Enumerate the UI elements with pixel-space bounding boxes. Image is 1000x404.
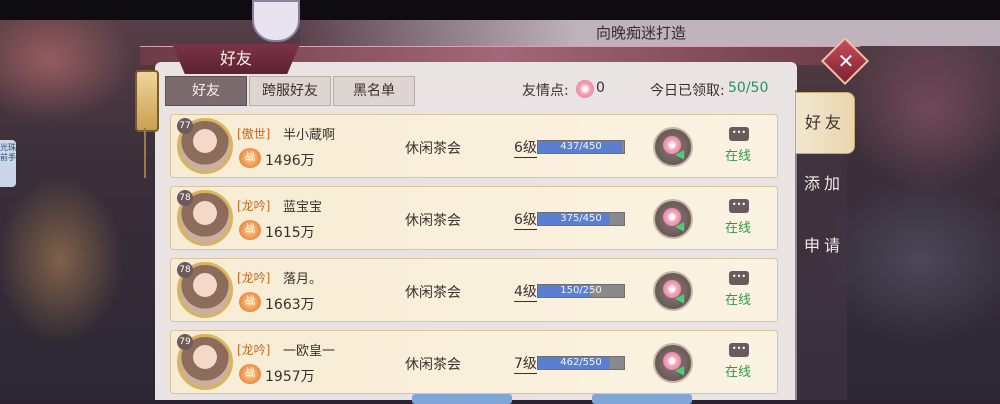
intimacy-level: 7级 xyxy=(514,353,537,374)
panel-title: 好友 xyxy=(172,44,300,74)
power-icon: 战 xyxy=(239,364,261,384)
combat-power: 1496万 xyxy=(265,153,315,169)
player-level: 77 xyxy=(177,118,193,134)
player-name: 半小蔵啊 xyxy=(283,128,336,143)
player-level: 79 xyxy=(177,334,193,350)
online-status: 在线 xyxy=(725,365,752,380)
intimacy-bar: 462/550 xyxy=(537,356,625,370)
location-text: 休闲茶会 xyxy=(405,285,461,301)
intimacy-value: 437/450 xyxy=(560,141,602,152)
chat-icon[interactable]: ••• xyxy=(729,343,749,357)
side-tab-requests[interactable]: 申请 xyxy=(795,216,853,276)
location-text: 休闲茶会 xyxy=(405,141,461,157)
intimacy-level: 6级 xyxy=(514,209,537,230)
claimed-value: 50/50 xyxy=(728,80,769,96)
friend-row[interactable]: 77 [傲世] 半小蔵啊战 1496万 休闲茶会 6级 437/450 ◀ ••• 在线 xyxy=(170,114,778,178)
close-icon[interactable]: ✕ xyxy=(836,46,856,76)
flower-icon xyxy=(576,80,594,98)
intimacy-bar: 150/250 xyxy=(537,284,625,298)
send-gift-button[interactable]: ◀ xyxy=(653,127,693,167)
chat-icon[interactable]: ••• xyxy=(729,199,749,213)
chat-icon[interactable]: ••• xyxy=(729,127,749,141)
arrow-left-icon: ◀ xyxy=(675,147,685,161)
guild-tag: [龙吟] xyxy=(237,343,271,357)
intimacy-level: 6级 xyxy=(514,137,537,158)
guild-tag: [傲世] xyxy=(237,127,271,141)
side-tab-add[interactable]: 添加 xyxy=(795,154,853,214)
combat-power: 1957万 xyxy=(265,369,315,385)
guild-tag: [龙吟] xyxy=(237,271,271,285)
intimacy-bar: 375/450 xyxy=(537,212,625,226)
intimacy-bar: 437/450 xyxy=(537,140,625,154)
lantern-decoration xyxy=(135,70,159,132)
intimacy-value: 375/450 xyxy=(560,213,602,224)
send-gift-button[interactable]: ◀ xyxy=(653,271,693,311)
send-gift-button[interactable]: ◀ xyxy=(653,199,693,239)
player-level: 78 xyxy=(177,190,193,206)
player-name: 一欧皇一 xyxy=(283,344,336,359)
online-status: 在线 xyxy=(725,149,752,164)
intimacy-value: 150/250 xyxy=(560,285,602,296)
friend-row[interactable]: 78 [龙吟] 落月。战 1663万 休闲茶会 4级 150/250 ◀ ••• 在线 xyxy=(170,258,778,322)
tab-friends[interactable]: 好友 xyxy=(165,76,247,106)
player-title: 向晚痴迷打造 xyxy=(596,24,687,42)
top-bar xyxy=(0,0,1000,20)
power-icon: 战 xyxy=(239,148,261,168)
intimacy-value: 462/550 xyxy=(560,357,602,368)
arrow-left-icon: ◀ xyxy=(675,291,685,305)
intimacy-level: 4级 xyxy=(514,281,537,302)
friend-points-value: 0 xyxy=(596,80,605,96)
chat-icon[interactable]: ••• xyxy=(729,271,749,285)
tab-cross-server[interactable]: 跨服好友 xyxy=(249,76,331,106)
arrow-left-icon: ◀ xyxy=(675,219,685,233)
online-status: 在线 xyxy=(725,221,752,236)
arrow-left-icon: ◀ xyxy=(675,363,685,377)
bottom-button[interactable] xyxy=(412,394,512,404)
friend-points-label: 友情点: xyxy=(522,83,569,99)
tab-blacklist[interactable]: 黑名单 xyxy=(333,76,415,106)
power-icon: 战 xyxy=(239,292,261,312)
player-name: 蓝宝宝 xyxy=(283,200,323,215)
left-side-tag[interactable]: 光珠前手 xyxy=(0,140,16,187)
location-text: 休闲茶会 xyxy=(405,213,461,229)
location-text: 休闲茶会 xyxy=(405,357,461,373)
bottom-button[interactable] xyxy=(592,394,692,404)
guild-tag: [龙吟] xyxy=(237,199,271,213)
lantern-tassel xyxy=(144,128,146,178)
claimed-label: 今日已领取: xyxy=(650,83,725,99)
combat-power: 1663万 xyxy=(265,297,315,313)
side-tab-friends[interactable]: 好友 xyxy=(795,92,855,154)
friend-row[interactable]: 78 [龙吟] 蓝宝宝战 1615万 休闲茶会 6级 375/450 ◀ ••• 在线 xyxy=(170,186,778,250)
combat-power: 1615万 xyxy=(265,225,315,241)
player-name: 落月。 xyxy=(283,272,323,287)
player-level: 78 xyxy=(177,262,193,278)
player-avatar[interactable] xyxy=(252,0,300,42)
power-icon: 战 xyxy=(239,220,261,240)
send-gift-button[interactable]: ◀ xyxy=(653,343,693,383)
online-status: 在线 xyxy=(725,293,752,308)
friend-row[interactable]: 79 [龙吟] 一欧皇一战 1957万 休闲茶会 7级 462/550 ◀ ••• 在线 xyxy=(170,330,778,394)
